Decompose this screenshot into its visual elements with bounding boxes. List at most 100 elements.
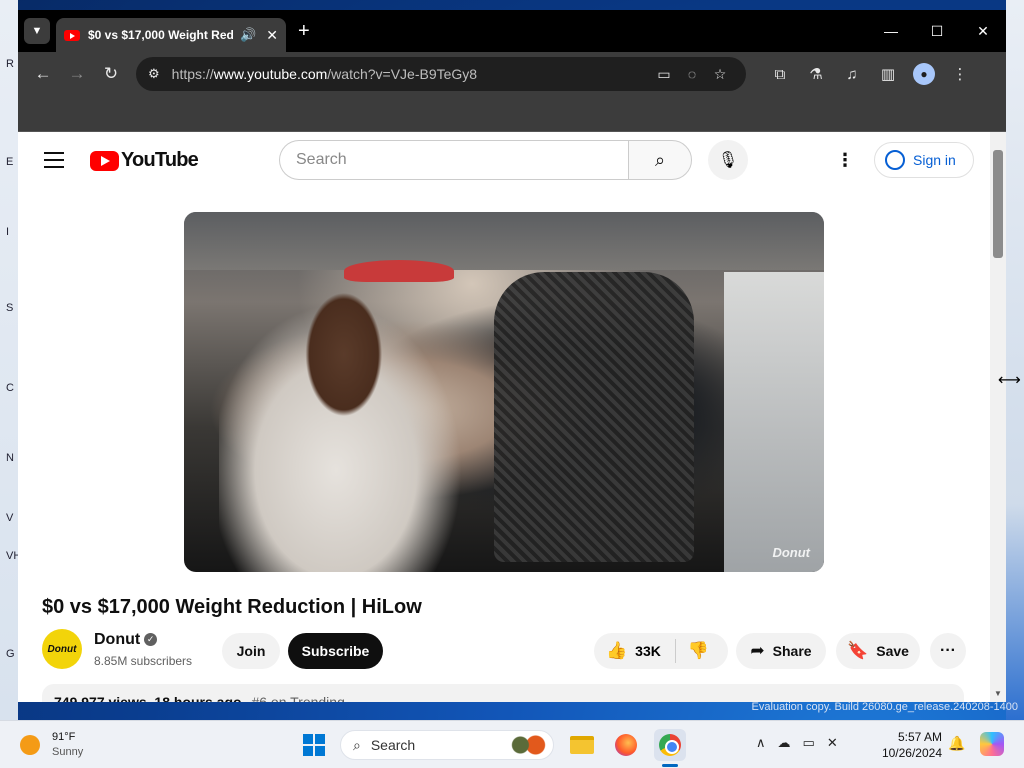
desktop-edge-letter: S bbox=[6, 302, 14, 314]
window-controls: — ☐ ✕ bbox=[868, 10, 1006, 52]
youtube-page: YouTube Search ⌕ 🎙 ⋮ Sign in Donut $0 vs… bbox=[18, 132, 1006, 702]
share-arrow-icon: ➦ bbox=[750, 641, 765, 660]
video-frame-roof bbox=[184, 212, 824, 270]
video-title: $0 vs $17,000 Weight Reduction | HiLow bbox=[42, 596, 422, 618]
settings-more-icon[interactable]: ⋮ bbox=[836, 150, 854, 171]
account-icon bbox=[885, 150, 905, 170]
toolbar-actions: ⧉ ⚗ ♫ ▥ ● ⋮ bbox=[762, 63, 978, 85]
more-actions-button[interactable]: ··· bbox=[930, 633, 966, 669]
desktop-background-window-right bbox=[1006, 0, 1024, 720]
site-info-icon[interactable]: ⚙ bbox=[148, 66, 160, 82]
desktop-edge-letter: G bbox=[6, 648, 15, 660]
subscribe-button[interactable]: Subscribe bbox=[288, 633, 383, 669]
video-frame-seat bbox=[494, 272, 694, 562]
volume-muted-icon[interactable]: ✕ bbox=[827, 735, 838, 751]
chrome-icon[interactable] bbox=[654, 729, 686, 761]
extensions-icon[interactable]: ⧉ bbox=[762, 66, 798, 83]
firefox-icon[interactable] bbox=[610, 729, 642, 761]
bookmark-star-icon[interactable]: ☆ bbox=[706, 66, 734, 83]
evaluation-watermark: Evaluation copy. Build 26080.ge_release.… bbox=[751, 701, 1018, 713]
desktop-edge-letter: I bbox=[6, 226, 10, 238]
channel-name[interactable]: Donut ✓ bbox=[94, 631, 158, 649]
minimize-button[interactable]: — bbox=[868, 10, 914, 52]
subscriber-count: 8.85M subscribers bbox=[94, 654, 193, 668]
maximize-button[interactable]: ☐ bbox=[914, 10, 960, 52]
media-controls-icon[interactable]: ♫ bbox=[834, 66, 870, 83]
youtube-header: YouTube Search ⌕ 🎙 ⋮ Sign in bbox=[18, 132, 1006, 188]
youtube-logo[interactable]: YouTube bbox=[90, 149, 199, 172]
video-watermark: Donut bbox=[772, 545, 810, 560]
chevron-up-icon[interactable]: ∧ bbox=[756, 735, 766, 751]
speaker-icon[interactable]: 🔊 bbox=[240, 27, 256, 43]
like-count[interactable]: 33K bbox=[635, 643, 661, 659]
search-icon[interactable]: ⌕ bbox=[628, 140, 692, 180]
tab-search-dropdown-button[interactable]: ▼ bbox=[24, 18, 50, 44]
save-button[interactable]: 🔖 Save bbox=[836, 633, 920, 669]
upload-age: 18 hours ago bbox=[154, 694, 242, 702]
close-window-button[interactable]: ✕ bbox=[960, 10, 1006, 52]
desktop-edge-letter: E bbox=[6, 156, 14, 168]
channel-avatar[interactable]: Donut bbox=[42, 629, 82, 669]
video-frame-door bbox=[724, 272, 824, 572]
scrollbar-thumb[interactable] bbox=[993, 150, 1003, 258]
sign-in-button[interactable]: Sign in bbox=[874, 142, 974, 178]
view-count: 749,977 views bbox=[54, 694, 147, 702]
copilot-icon[interactable] bbox=[980, 732, 1004, 756]
weather-condition: Sunny bbox=[52, 746, 84, 758]
video-frame-person bbox=[219, 282, 479, 572]
search-input[interactable]: Search bbox=[279, 140, 629, 180]
scroll-down-arrow-icon[interactable]: ▼ bbox=[994, 689, 1002, 698]
verified-check-icon: ✓ bbox=[144, 633, 158, 647]
cast-icon[interactable]: ▭ bbox=[650, 66, 678, 83]
tab-youtube-video[interactable]: $0 vs $17,000 Weight Reduction | HiLow 🔊… bbox=[56, 18, 286, 52]
browser-toolbar: ← → ↻ ⚙ https://www.youtube.com/watch?v=… bbox=[18, 52, 1006, 96]
reload-icon[interactable]: ↻ bbox=[94, 57, 128, 91]
microphone-icon[interactable]: 🎙 bbox=[708, 140, 748, 180]
display-icon[interactable]: ▭ bbox=[803, 735, 815, 751]
taskbar-search[interactable]: ⌕ Search bbox=[340, 730, 554, 760]
thumbs-up-icon[interactable]: 👍 bbox=[606, 641, 627, 661]
profile-avatar-icon[interactable]: ● bbox=[913, 63, 935, 85]
file-explorer-icon[interactable] bbox=[566, 729, 598, 761]
like-dislike-group: 👍 33K 👎 bbox=[594, 633, 728, 669]
join-button[interactable]: Join bbox=[222, 633, 280, 669]
resize-cursor-icon: ⟷ bbox=[998, 372, 1021, 389]
active-app-indicator bbox=[662, 764, 678, 767]
tab-close-icon[interactable]: ✕ bbox=[266, 27, 278, 44]
url-text[interactable]: https://www.youtube.com/watch?v=VJe-B9Te… bbox=[172, 66, 650, 82]
youtube-logo-text: YouTube bbox=[121, 149, 199, 171]
forward-arrow-icon[interactable]: → bbox=[60, 57, 94, 91]
trending-rank[interactable]: #6 on Trending bbox=[251, 694, 344, 702]
windows-start-icon[interactable] bbox=[298, 729, 330, 761]
taskbar-search-label: Search bbox=[370, 737, 416, 753]
labs-flask-icon[interactable]: ⚗ bbox=[798, 65, 834, 83]
description-box[interactable]: 749,977 views 18 hours ago #6 on Trendin… bbox=[42, 684, 964, 702]
weather-widget[interactable]: 91°F Sunny bbox=[20, 730, 83, 760]
notification-bell-icon[interactable]: 🔔 bbox=[948, 735, 965, 752]
video-player[interactable]: Donut bbox=[184, 212, 824, 572]
side-panel-icon[interactable]: ▥ bbox=[870, 65, 906, 83]
taskbar-clock[interactable]: 5:57 AM 10/26/2024 bbox=[874, 729, 942, 761]
network-icon[interactable]: ☁ bbox=[778, 735, 791, 751]
new-tab-button[interactable]: + bbox=[298, 20, 310, 43]
bookmark-icon: 🔖 bbox=[847, 641, 869, 660]
search-highlight-icon bbox=[509, 735, 547, 755]
thumbs-down-icon[interactable]: 👎 bbox=[688, 641, 709, 661]
taskbar: 91°F Sunny ⌕ Search ∧ ☁ ▭ ✕ 5:57 AM 10/2… bbox=[0, 720, 1024, 768]
weather-temperature: 91°F bbox=[52, 731, 76, 743]
eye-off-icon[interactable]: ◌ bbox=[678, 66, 706, 82]
browser-window: ▼ $0 vs $17,000 Weight Reduction | HiLow… bbox=[18, 10, 1006, 702]
youtube-favicon-icon bbox=[64, 29, 80, 41]
page-scrollbar[interactable]: ▼ bbox=[990, 132, 1006, 702]
chrome-menu-icon[interactable]: ⋮ bbox=[942, 65, 978, 83]
address-bar[interactable]: ⚙ https://www.youtube.com/watch?v=VJe-B9… bbox=[136, 57, 746, 91]
desktop-edge-letter: V bbox=[6, 512, 14, 524]
menu-hamburger-icon[interactable] bbox=[44, 152, 64, 173]
video-frame-cap bbox=[344, 260, 454, 282]
search-icon: ⌕ bbox=[353, 736, 361, 753]
share-button[interactable]: ➦ Share bbox=[736, 633, 826, 669]
share-label: Share bbox=[772, 643, 812, 659]
back-arrow-icon[interactable]: ← bbox=[26, 57, 60, 91]
desktop-edge-letter: N bbox=[6, 452, 14, 464]
system-tray: ∧ ☁ ▭ ✕ bbox=[756, 735, 838, 751]
